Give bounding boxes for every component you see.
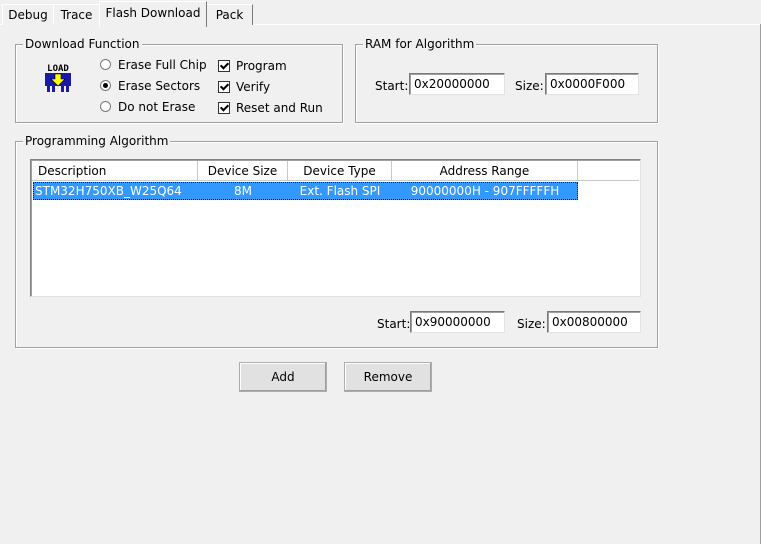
ram-start-label: Start: (375, 79, 409, 93)
tab-trace[interactable]: Trace (53, 4, 100, 25)
checkbox-verify-label: Verify (236, 80, 271, 94)
tab-pack[interactable]: Pack (206, 4, 253, 25)
algorithm-start-input[interactable] (410, 311, 505, 333)
ram-size-input[interactable] (545, 73, 639, 95)
radio-erase-sectors[interactable]: Erase Sectors (100, 78, 200, 94)
checkbox-program[interactable]: Program (218, 58, 287, 74)
download-function-title: Download Function (23, 36, 142, 52)
remove-button[interactable]: Remove (344, 362, 432, 392)
cell-description: STM32H750XB_W25Q64 (35, 184, 182, 198)
radio-do-not-erase-indicator[interactable] (100, 101, 111, 112)
column-header-description[interactable]: Description (32, 161, 198, 181)
ram-size-label: Size: (515, 79, 544, 93)
load-icon: LOAD (42, 62, 74, 94)
algorithm-list-header: Description Device Size Device Type Addr… (32, 161, 639, 181)
checkbox-reset-and-run-label: Reset and Run (236, 101, 323, 115)
radio-erase-full-chip[interactable]: Erase Full Chip (100, 57, 207, 73)
algorithm-size-input[interactable] (547, 311, 641, 333)
ram-for-algorithm-title: RAM for Algorithm (363, 36, 477, 52)
tab-bar: Debug Trace Flash Download Pack (0, 0, 761, 27)
checkbox-reset-and-run-box[interactable] (218, 101, 230, 114)
checkbox-verify[interactable]: Verify (218, 79, 270, 95)
checkbox-program-box[interactable] (218, 59, 230, 72)
algorithm-start-label: Start: (377, 317, 411, 331)
radio-erase-full-chip-label: Erase Full Chip (118, 58, 207, 72)
radio-do-not-erase-label: Do not Erase (118, 100, 196, 114)
column-header-device-type[interactable]: Device Type (288, 161, 392, 181)
checkbox-verify-box[interactable] (218, 80, 230, 93)
programming-algorithm-title: Programming Algorithm (23, 133, 171, 149)
column-header-address-range[interactable]: Address Range (392, 161, 578, 181)
table-row[interactable]: STM32H750XB_W25Q64 8M Ext. Flash SPI 900… (33, 182, 578, 200)
cell-device-size: 8M (234, 184, 252, 198)
cell-address-range: 90000000H - 907FFFFFH (410, 184, 560, 198)
tab-debug[interactable]: Debug (2, 4, 54, 25)
ram-start-input[interactable] (409, 73, 505, 95)
algorithm-list[interactable]: Description Device Size Device Type Addr… (30, 159, 641, 297)
column-header-device-size[interactable]: Device Size (198, 161, 288, 181)
algorithm-size-label: Size: (517, 317, 546, 331)
radio-do-not-erase[interactable]: Do not Erase (100, 99, 195, 115)
cell-device-type: Ext. Flash SPI (299, 184, 381, 198)
radio-erase-sectors-indicator[interactable] (100, 80, 111, 91)
add-button[interactable]: Add (239, 362, 327, 392)
load-icon-text: LOAD (47, 64, 69, 74)
checkbox-reset-and-run[interactable]: Reset and Run (218, 100, 323, 116)
radio-erase-sectors-label: Erase Sectors (118, 79, 201, 93)
radio-erase-full-chip-indicator[interactable] (100, 59, 111, 70)
tab-flash-download[interactable]: Flash Download (99, 1, 207, 27)
checkbox-program-label: Program (236, 59, 287, 73)
column-header-filler (578, 161, 639, 181)
